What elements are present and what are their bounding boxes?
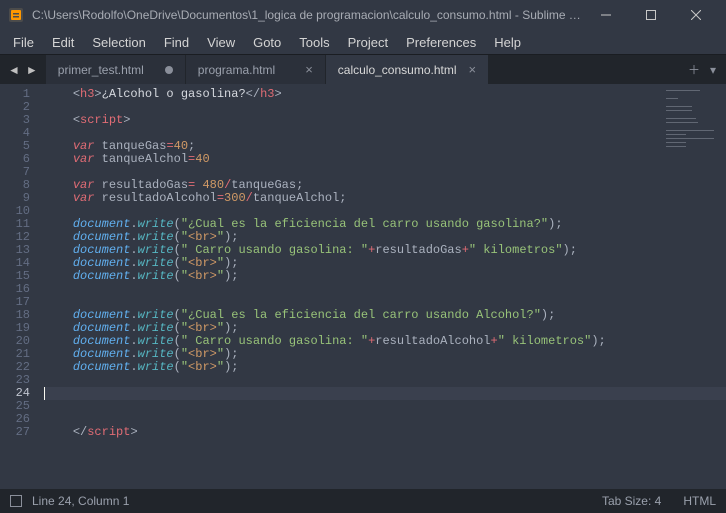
tab-row: ◄ ► primer_test.htmlprograma.html×calcul… [0, 54, 726, 84]
status-cursor[interactable]: Line 24, Column 1 [32, 494, 129, 508]
code-line[interactable] [44, 400, 726, 413]
code-line[interactable]: var resultadoAlcohol=300/tanqueAlchol; [44, 192, 726, 205]
menu-project[interactable]: Project [339, 33, 397, 52]
tab-close-icon[interactable]: × [469, 62, 477, 77]
menu-preferences[interactable]: Preferences [397, 33, 485, 52]
code-line[interactable] [44, 413, 726, 426]
nav-forward-icon[interactable]: ► [26, 63, 38, 77]
code-line[interactable]: <script> [44, 114, 726, 127]
menu-goto[interactable]: Goto [244, 33, 290, 52]
code-line[interactable] [44, 374, 726, 387]
menu-help[interactable]: Help [485, 33, 530, 52]
nav-back-icon[interactable]: ◄ [8, 63, 20, 77]
caret [44, 387, 45, 400]
menu-file[interactable]: File [4, 33, 43, 52]
dirty-dot-icon [165, 66, 173, 74]
status-tabsize[interactable]: Tab Size: 4 [602, 494, 661, 508]
titlebar: C:\Users\Rodolfo\OneDrive\Documentos\1_l… [0, 0, 726, 30]
code-line[interactable] [44, 101, 726, 114]
statusbar: Line 24, Column 1 Tab Size: 4 HTML [0, 489, 726, 513]
code-line[interactable]: </script> [44, 426, 726, 439]
minimize-button[interactable] [583, 0, 628, 30]
maximize-button[interactable] [628, 0, 673, 30]
tab-label: primer_test.html [58, 63, 144, 77]
code-line[interactable]: var tanqueAlchol=40 [44, 153, 726, 166]
menu-view[interactable]: View [198, 33, 244, 52]
menu-edit[interactable]: Edit [43, 33, 83, 52]
code-line[interactable] [44, 283, 726, 296]
new-tab-icon[interactable]: ＋ [688, 61, 700, 78]
status-syntax[interactable]: HTML [683, 494, 716, 508]
code-line[interactable] [44, 387, 726, 400]
close-button[interactable] [673, 0, 718, 30]
tab-calculo_consumo-html[interactable]: calculo_consumo.html × [326, 55, 489, 84]
minimap[interactable] [662, 88, 722, 168]
tab-label: programa.html [198, 63, 275, 77]
code-line[interactable]: <h3>¿Alcohol o gasolina?</h3> [44, 88, 726, 101]
menu-selection[interactable]: Selection [83, 33, 154, 52]
editor[interactable]: 1234567891011121314151617181920212223242… [0, 84, 726, 489]
menubar: FileEditSelectionFindViewGotoToolsProjec… [0, 30, 726, 54]
code-line[interactable]: document.write("<br>"); [44, 361, 726, 374]
app-icon [8, 7, 24, 23]
tab-primer_test-html[interactable]: primer_test.html [46, 55, 186, 84]
menu-find[interactable]: Find [155, 33, 198, 52]
panel-toggle-icon[interactable] [10, 495, 22, 507]
code-area[interactable]: <h3>¿Alcohol o gasolina?</h3> <script> v… [38, 84, 726, 489]
tab-label: calculo_consumo.html [338, 63, 457, 77]
tab-programa-html[interactable]: programa.html × [186, 55, 326, 84]
window-title: C:\Users\Rodolfo\OneDrive\Documentos\1_l… [32, 8, 583, 22]
tab-menu-icon[interactable]: ▾ [710, 63, 716, 77]
menu-tools[interactable]: Tools [290, 33, 338, 52]
tab-close-icon[interactable]: × [305, 62, 313, 77]
line-number[interactable]: 27 [0, 426, 30, 439]
gutter: 1234567891011121314151617181920212223242… [0, 84, 38, 489]
code-line[interactable]: document.write("<br>"); [44, 270, 726, 283]
